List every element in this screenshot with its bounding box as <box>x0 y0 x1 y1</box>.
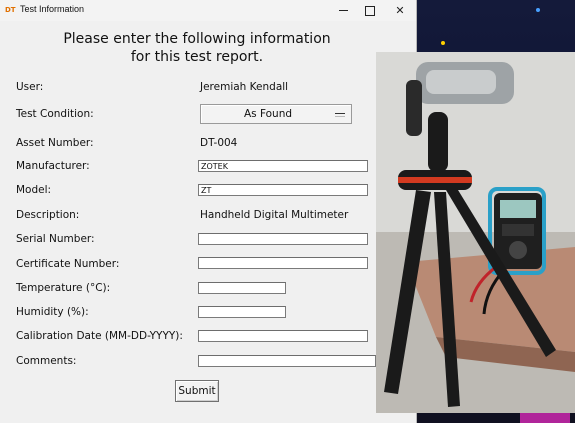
comments-label: Comments: <box>16 355 77 367</box>
test-condition-dropdown[interactable]: As Found <box>200 104 352 124</box>
camera-preview-image <box>376 52 575 413</box>
user-label: User: <box>16 81 44 93</box>
desktop-light <box>441 41 445 45</box>
minimize-button[interactable] <box>330 2 358 19</box>
user-value: Jeremiah Kendall <box>200 81 289 93</box>
title-bar[interactable]: DT Test Information ✕ <box>0 0 416 21</box>
app-icon: DT <box>5 6 16 14</box>
model-label: Model: <box>16 184 52 196</box>
asset-number-value: DT-004 <box>200 137 238 149</box>
certificate-number-label: Certificate Number: <box>16 258 120 270</box>
test-information-window: DT Test Information ✕ Please enter the f… <box>0 0 417 423</box>
description-value: Handheld Digital Multimeter <box>200 209 349 221</box>
heading-line-1: Please enter the following information <box>63 31 331 47</box>
page-heading: Please enter the following information f… <box>0 30 394 66</box>
dropdown-indicator-icon <box>335 113 345 117</box>
asset-number-label: Asset Number: <box>16 137 94 149</box>
temperature-input[interactable] <box>198 282 286 294</box>
manufacturer-input[interactable]: ZOTEK <box>198 160 368 172</box>
calibration-date-input[interactable] <box>198 330 368 342</box>
test-condition-label: Test Condition: <box>16 108 94 120</box>
serial-number-label: Serial Number: <box>16 233 95 245</box>
minimize-icon <box>339 10 348 11</box>
heading-line-2: for this test report. <box>130 49 264 65</box>
calibration-date-label: Calibration Date (MM-DD-YYYY): <box>16 330 183 342</box>
humidity-input[interactable] <box>198 306 286 318</box>
submit-button[interactable]: Submit <box>175 380 219 402</box>
model-input[interactable]: ZT <box>198 184 368 196</box>
temperature-label: Temperature (°C): <box>16 282 111 294</box>
manufacturer-label: Manufacturer: <box>16 160 90 172</box>
camera-preview <box>376 52 575 413</box>
comments-input[interactable] <box>198 355 376 367</box>
window-title: Test Information <box>20 4 85 14</box>
description-label: Description: <box>16 209 80 221</box>
serial-number-input[interactable] <box>198 233 368 245</box>
certificate-number-input[interactable] <box>198 257 368 269</box>
desktop-light <box>536 8 540 12</box>
close-button[interactable]: ✕ <box>386 2 414 19</box>
maximize-icon <box>365 6 375 16</box>
maximize-button[interactable] <box>356 2 384 19</box>
humidity-label: Humidity (%): <box>16 306 89 318</box>
test-condition-selected: As Found <box>243 108 293 120</box>
